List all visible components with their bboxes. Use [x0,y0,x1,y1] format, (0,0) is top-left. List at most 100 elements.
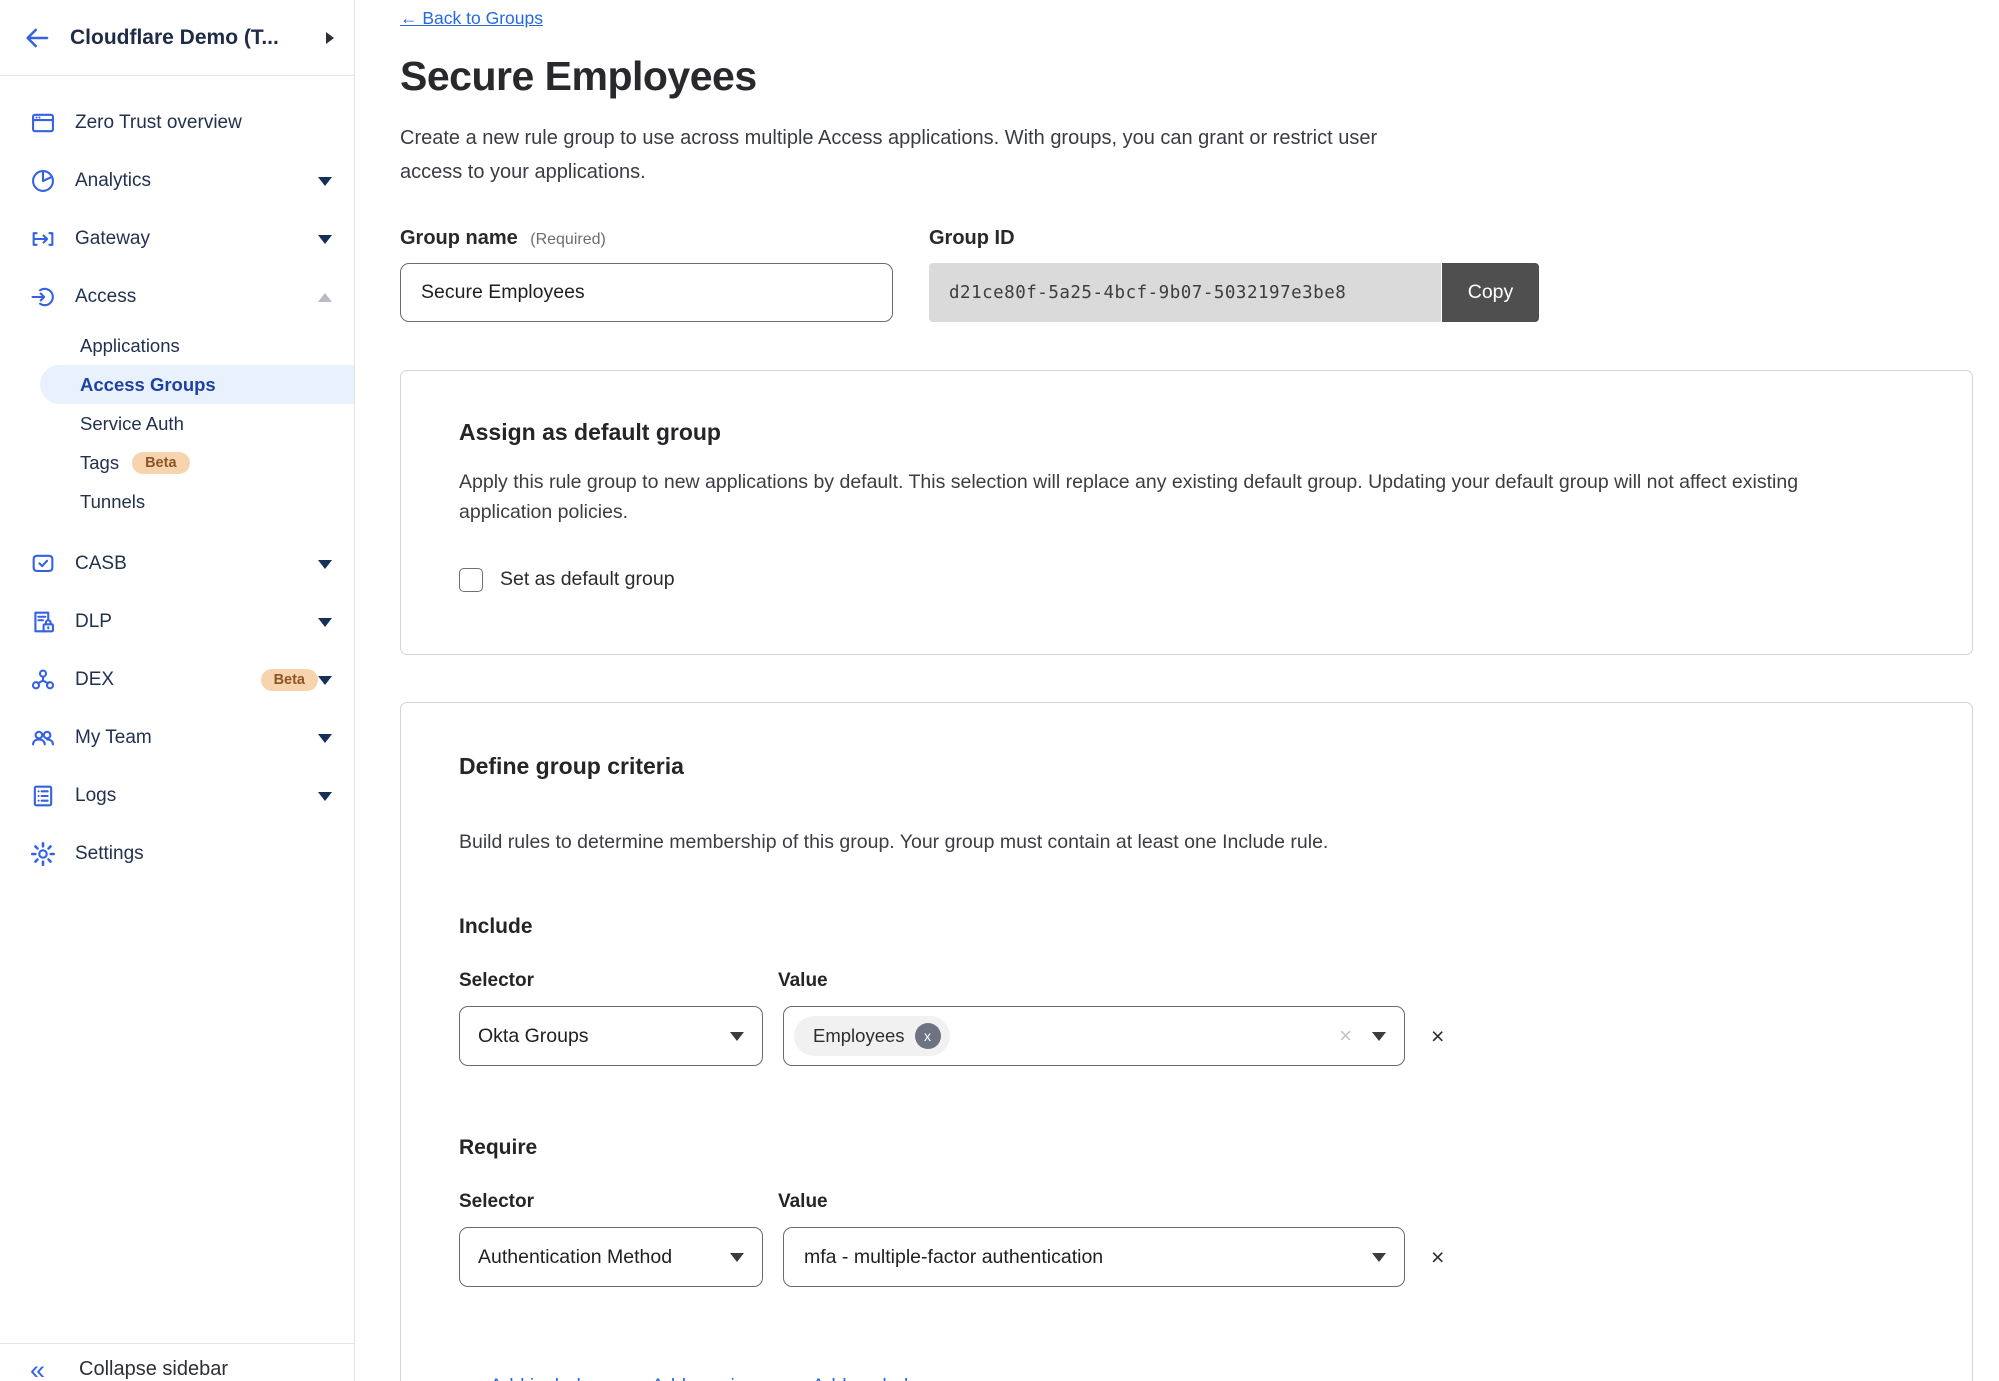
include-selector-label: Selector [459,970,534,992]
chevron-down-icon[interactable] [318,177,332,186]
sidebar-subitem-label: Applications [80,335,180,357]
chevron-down-icon[interactable] [318,235,332,244]
clear-value-icon[interactable]: × [1339,1023,1352,1049]
sidebar-item-gateway[interactable]: Gateway [0,210,354,268]
window-icon [28,108,58,138]
include-selector-dropdown[interactable]: Okta Groups [459,1006,763,1066]
criteria-card-title: Define group criteria [459,753,1914,780]
default-card-body: Apply this rule group to new application… [459,467,1879,527]
include-heading: Include [459,915,1914,939]
main-content: ← Back to Groups Secure Employees Create… [355,0,1999,1381]
include-value-multiselect[interactable]: Employees x × [783,1006,1405,1066]
page: Cloudflare Demo (T... Zero Trust overvie… [0,0,1999,1381]
page-description: Create a new rule group to use across mu… [400,122,1380,189]
group-name-label: Group name [400,227,518,249]
copy-button[interactable]: Copy [1442,263,1539,322]
sidebar-item-access-groups[interactable]: Access Groups [40,365,354,404]
pie-chart-icon [28,166,58,196]
include-value-label: Value [778,970,828,992]
group-id-label: Group ID [929,227,1539,250]
login-icon [28,282,58,312]
chevron-down-icon[interactable] [318,618,332,627]
remove-require-rule-icon[interactable]: × [1431,1246,1444,1269]
add-exclude-link[interactable]: + Add exclude [796,1375,919,1381]
chevron-right-icon[interactable] [326,32,334,44]
chevron-down-icon[interactable] [318,792,332,801]
sidebar-item-applications[interactable]: Applications [0,326,354,365]
sidebar-item-label: Zero Trust overview [75,112,332,134]
sidebar-item-label: DLP [75,611,318,633]
require-value-dropdown[interactable]: mfa - multiple-factor authentication [783,1227,1405,1287]
sidebar-subitem-label: Tunnels [80,491,145,513]
remove-include-rule-icon[interactable]: × [1431,1025,1444,1048]
chevron-down-icon [1372,1032,1386,1041]
set-default-row: Set as default group [459,568,1914,592]
require-value: mfa - multiple-factor authentication [794,1246,1372,1269]
casb-icon [28,549,58,579]
sidebar-item-zero-trust-overview[interactable]: Zero Trust overview [0,94,354,152]
chevron-down-icon [730,1253,744,1262]
require-value-label: Value [778,1191,828,1213]
include-selector-value: Okta Groups [478,1025,730,1048]
chevron-down-icon[interactable] [318,734,332,743]
group-name-required: (Required) [530,231,606,248]
set-default-label: Set as default group [500,568,675,591]
back-arrow-icon[interactable] [22,21,56,55]
sidebar-item-service-auth[interactable]: Service Auth [0,404,354,443]
chip-label: Employees [813,1025,905,1047]
group-id-value: d21ce80f-5a25-4bcf-9b07-5032197e3be8 [929,263,1441,322]
sidebar-item-label: Analytics [75,170,318,192]
sidebar-item-settings[interactable]: Settings [0,825,354,883]
people-icon [28,723,58,753]
sidebar-item-label: CASB [75,553,318,575]
require-selector-dropdown[interactable]: Authentication Method [459,1227,763,1287]
sidebar-header: Cloudflare Demo (T... [0,0,354,76]
chip-remove-icon[interactable]: x [915,1023,941,1049]
require-heading: Require [459,1136,1914,1160]
collapse-sidebar-button[interactable]: « Collapse sidebar [0,1343,354,1381]
sidebar-item-casb[interactable]: CASB [0,535,354,593]
list-document-icon [28,781,58,811]
default-group-card: Assign as default group Apply this rule … [400,370,1973,655]
document-lock-icon [28,607,58,637]
sidebar-item-tunnels[interactable]: Tunnels [0,482,354,521]
default-card-title: Assign as default group [459,419,1914,446]
sidebar-item-label: Logs [75,785,318,807]
sidebar-subitem-label: Access Groups [80,374,216,396]
account-name[interactable]: Cloudflare Demo (T... [70,26,318,50]
chevron-down-icon [1372,1253,1386,1262]
cluster-icon [28,665,58,695]
chevron-up-icon[interactable] [318,293,332,302]
require-selector-value: Authentication Method [478,1246,730,1269]
sidebar-item-label: My Team [75,727,318,749]
sidebar-item-analytics[interactable]: Analytics [0,152,354,210]
double-chevron-left-icon: « [30,1360,45,1380]
group-name-block: Group name (Required) [400,227,893,322]
include-rule-row: Okta Groups Employees x × × [459,1006,1914,1066]
chevron-down-icon [730,1032,744,1041]
sidebar-nav: Zero Trust overview Analytics Gateway [0,76,354,1343]
criteria-card: Define group criteria Build rules to det… [400,702,1973,1381]
chevron-down-icon[interactable] [318,676,332,685]
sidebar-item-dex[interactable]: DEX Beta [0,651,354,709]
sidebar-item-label: Gateway [75,228,318,250]
sidebar-item-label: DEX [75,669,248,691]
add-include-link[interactable]: + Add include [474,1375,592,1381]
sidebar-item-tags[interactable]: Tags Beta [0,443,354,482]
gateway-icon [28,224,58,254]
sidebar-item-logs[interactable]: Logs [0,767,354,825]
set-default-checkbox[interactable] [459,568,483,592]
add-require-link[interactable]: + Add require [636,1375,753,1381]
name-id-row: Group name (Required) Group ID d21ce80f-… [400,227,1999,322]
sidebar-subitem-label: Tags [80,452,119,474]
sidebar-item-dlp[interactable]: DLP [0,593,354,651]
group-name-input[interactable] [400,263,893,322]
back-to-groups-link[interactable]: ← Back to Groups [400,8,543,29]
sidebar-item-access[interactable]: Access [0,268,354,326]
require-selector-label: Selector [459,1191,534,1213]
page-title: Secure Employees [400,53,1999,100]
criteria-card-body: Build rules to determine membership of t… [459,827,1879,857]
beta-badge: Beta [132,452,189,474]
sidebar-item-my-team[interactable]: My Team [0,709,354,767]
chevron-down-icon[interactable] [318,560,332,569]
